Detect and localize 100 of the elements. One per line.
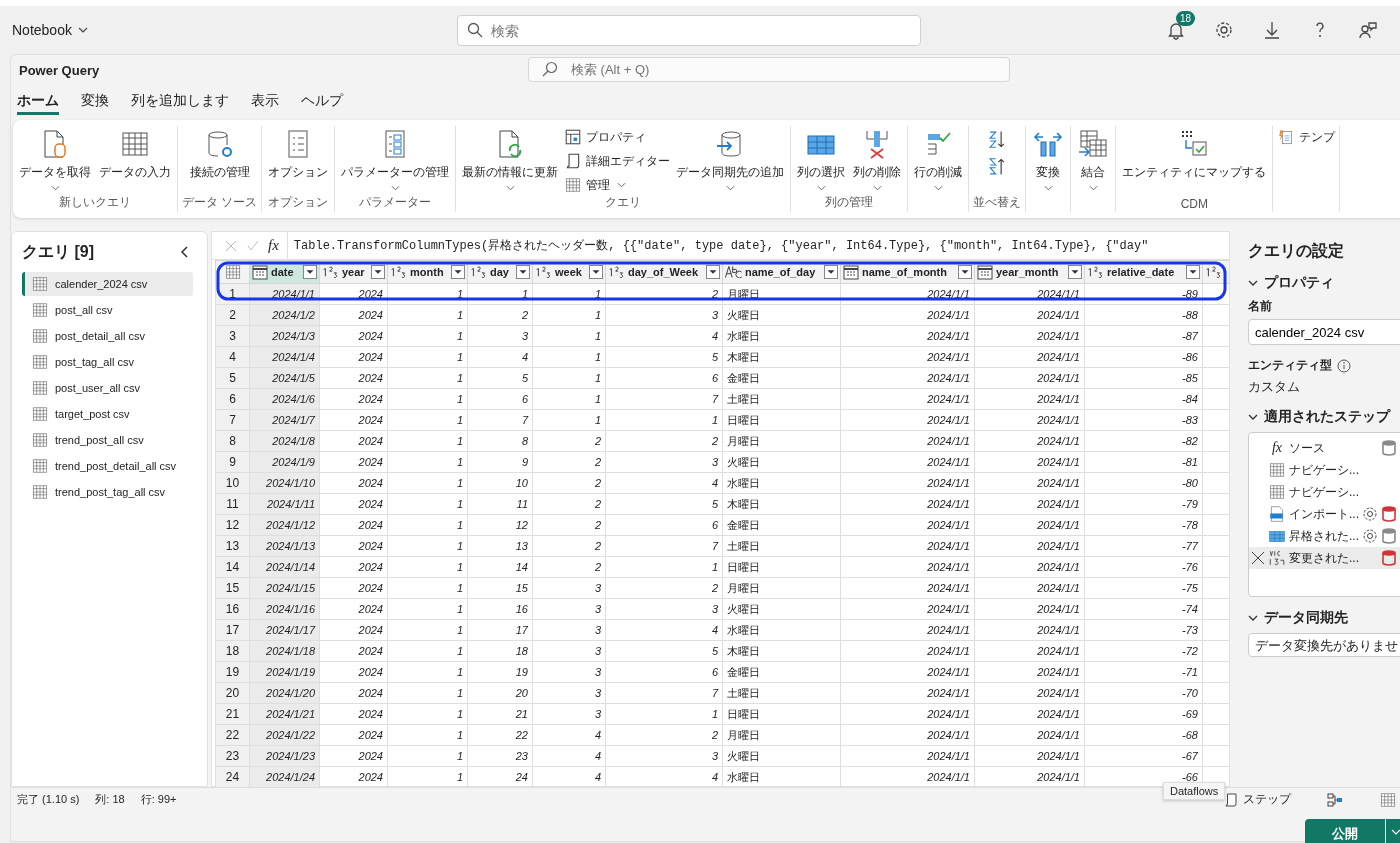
section-header[interactable]: プロパティ: [1248, 274, 1334, 292]
query-item[interactable]: calender_2024 csv: [22, 272, 193, 296]
step-item[interactable]: ナビゲーシ...: [1249, 481, 1400, 503]
step-item[interactable]: ナビゲーシ...: [1249, 459, 1400, 481]
section-header[interactable]: データ同期先: [1248, 609, 1348, 627]
ribbon-button[interactable]: プロパティ: [564, 128, 671, 146]
table-icon: [31, 457, 49, 475]
table-cell: -76: [1084, 556, 1203, 578]
step-item[interactable]: fx ソース: [1249, 437, 1400, 459]
notebook-menu[interactable]: Notebook: [12, 22, 88, 38]
dropdown-icon[interactable]: [706, 265, 720, 279]
dropdown-icon[interactable]: [824, 265, 838, 279]
query-item[interactable]: target_post csv: [22, 402, 193, 426]
search-field[interactable]: 検索 (Alt + Q): [528, 57, 1010, 82]
step-item[interactable]: インポート...: [1249, 503, 1400, 525]
query-item[interactable]: post_tag_all csv: [22, 350, 193, 374]
group-label: 列の管理: [825, 194, 874, 211]
ribbon-tab[interactable]: 表示: [251, 89, 279, 115]
ribbon-button[interactable]: 詳細エディター: [564, 152, 671, 170]
ribbon-button[interactable]: データ同期先の追加: [674, 126, 787, 193]
table-cell: 8: [467, 430, 533, 452]
table-cell: 16: [467, 598, 533, 620]
destination-field[interactable]: データ変換先がありませ: [1248, 633, 1400, 657]
query-item[interactable]: trend_post_all csv: [22, 428, 193, 452]
table-cell: 3: [532, 640, 606, 662]
ribbon-button[interactable]: 列の選択: [795, 126, 848, 193]
table-cell: 2024/1/1: [974, 451, 1085, 473]
ribbon-button[interactable]: 行の削減: [912, 126, 965, 193]
ribbon-tab[interactable]: ホーム: [17, 89, 59, 115]
table-cell: 18: [467, 640, 533, 662]
table-cell: 23: [467, 745, 533, 767]
feedback-icon[interactable]: [1358, 20, 1378, 40]
table-cell: 1: [532, 304, 606, 326]
step-item[interactable]: 変更された...: [1249, 547, 1400, 569]
dropdown-icon[interactable]: [1186, 265, 1200, 279]
query-item[interactable]: trend_post_tag_all csv: [22, 480, 193, 504]
ribbon-button[interactable]: 最新の情報に更新: [460, 126, 561, 193]
query-item[interactable]: post_all csv: [22, 298, 193, 322]
row-number: 23: [215, 745, 250, 767]
table-cell: 2024/1/1: [974, 367, 1085, 389]
table-cell: 2024: [319, 409, 388, 431]
table-cell: -73: [1084, 619, 1203, 641]
ribbon-tab[interactable]: 変換: [81, 89, 109, 115]
table-cell: 13: [467, 535, 533, 557]
ribbon-button[interactable]: 変換: [1030, 126, 1067, 193]
table-cell: 日曜日: [722, 703, 841, 725]
table-icon[interactable]: [223, 263, 242, 281]
caret-icon: [390, 185, 400, 191]
ribbon-button[interactable]: エンティティにマップする: [1120, 126, 1269, 183]
download-icon[interactable]: [1262, 20, 1282, 40]
dropdown-icon[interactable]: [589, 265, 603, 279]
name-field[interactable]: calender_2024 csv: [1248, 319, 1400, 345]
ribbon-button[interactable]: 管理: [564, 176, 671, 194]
table-view-icon[interactable]: [1379, 790, 1397, 809]
query-item[interactable]: post_user_all csv: [22, 376, 193, 400]
ribbon-button[interactable]: パラメーターの管理: [339, 126, 452, 193]
dropdown-icon[interactable]: [303, 265, 317, 279]
delete-step-icon[interactable]: [1251, 551, 1265, 565]
section-header[interactable]: 適用されたステップ: [1248, 408, 1390, 426]
row-number: 19: [215, 661, 250, 683]
row-number: 17: [215, 619, 250, 641]
diagram-view-icon[interactable]: [1327, 791, 1343, 808]
table-cell: 日曜日: [722, 556, 841, 578]
settings-icon[interactable]: [1362, 506, 1378, 522]
ribbon-button[interactable]: データを取得: [17, 126, 93, 193]
ribbon-tab[interactable]: 列を追加します: [131, 89, 229, 115]
settings-icon[interactable]: [1362, 528, 1378, 544]
table-cell: -82: [1084, 430, 1203, 452]
table-cell: 2: [605, 283, 723, 305]
ribbon-tab[interactable]: ヘルプ: [301, 89, 343, 115]
search-field[interactable]: 検索: [457, 15, 921, 46]
info-icon[interactable]: [1337, 358, 1351, 373]
ribbon-button[interactable]: オプション: [266, 126, 331, 183]
row-number: 15: [215, 577, 250, 599]
ribbon-button[interactable]: データの入力: [97, 126, 173, 183]
table-cell: 火曜日: [722, 598, 841, 620]
query-item[interactable]: post_detail_all csv: [22, 324, 193, 348]
ribbon-button[interactable]: 結合: [1075, 126, 1112, 193]
step-item[interactable]: 昇格された...: [1249, 525, 1400, 547]
table-cell: 金曜日: [722, 514, 841, 536]
row-number: 2: [215, 304, 250, 326]
ribbon-button[interactable]: 接続の管理: [187, 126, 252, 183]
table-cell: 2: [532, 451, 606, 473]
dropdown-icon[interactable]: [1068, 265, 1082, 279]
check-icon[interactable]: [246, 238, 260, 253]
table-cell: 3: [467, 325, 533, 347]
ribbon-button[interactable]: テンプ: [1277, 126, 1336, 146]
steps-button[interactable]: ステップ: [1223, 791, 1291, 808]
dropdown-icon[interactable]: [958, 265, 972, 279]
formula-field[interactable]: Table.TransformColumnTypes(昇格されたヘッダー数, {{"date", type date}, {"year", Int64.Type}, {"month", Int64.Type}, {"day": [286, 232, 1229, 259]
table-cell: 2024/1/1: [840, 325, 975, 347]
publish-button[interactable]: 公開: [1305, 819, 1385, 843]
dropdown-icon[interactable]: [516, 265, 530, 279]
group-label: 並べ替え: [973, 194, 1022, 211]
dropdown-icon[interactable]: [371, 265, 385, 279]
ribbon-button[interactable]: 列の削除: [851, 126, 904, 193]
dropdown-icon[interactable]: [451, 265, 465, 279]
bell-icon[interactable]: [1166, 20, 1186, 40]
query-item[interactable]: trend_post_detail_all csv: [22, 454, 193, 478]
settings-icon[interactable]: [1214, 20, 1234, 40]
